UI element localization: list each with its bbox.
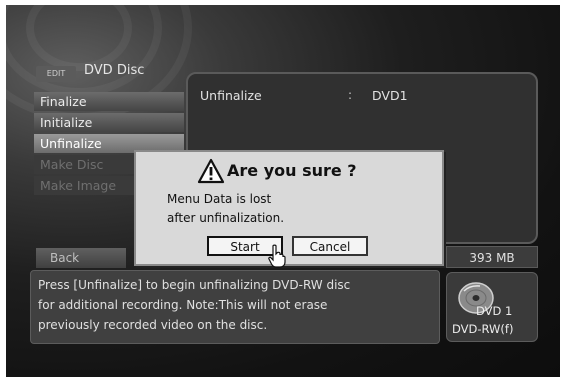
disc-label: DVD 1 (476, 304, 513, 318)
info-label: Unfinalize (200, 88, 262, 103)
menu-title: DVD Disc (84, 63, 145, 78)
menu-item-initialize[interactable]: Initialize (34, 113, 184, 132)
dialog-title: Are you sure ? (227, 161, 357, 180)
info-value: DVD1 (372, 88, 408, 103)
dialog-message-line: Menu Data is lost (167, 192, 272, 206)
hand-pointer-icon (268, 244, 286, 268)
edit-badge: EDIT (36, 66, 76, 82)
warning-icon (197, 158, 225, 184)
capacity-readout: 393 MB (446, 246, 538, 268)
help-line: Press [Unfinalize] to begin unfinalizing… (38, 278, 351, 292)
disc-type: DVD-RW(f) (452, 322, 514, 336)
cancel-button[interactable]: Cancel (292, 236, 368, 256)
dialog-message-line: after unfinalization. (167, 211, 285, 225)
info-separator: : (348, 88, 353, 102)
back-button[interactable]: Back (36, 248, 126, 268)
menu-item-finalize[interactable]: Finalize (34, 92, 184, 111)
help-line: for additional recording. Note:This will… (38, 298, 328, 312)
help-line: previously recorded video on the disc. (38, 318, 268, 332)
